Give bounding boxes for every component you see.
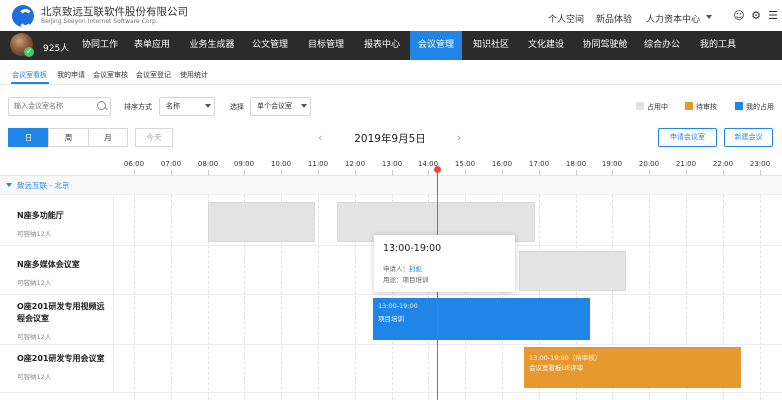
app-root: 北京致远互联软件股份有限公司 BeiJing Seeyon Internet S… (0, 0, 782, 400)
new-meeting-button[interactable]: 新建会议 (724, 128, 773, 147)
room-search-input[interactable] (8, 97, 111, 116)
brand-name-en: BeiJing Seeyon Internet Software Corp. (41, 18, 158, 25)
occupied-block[interactable] (208, 202, 315, 242)
hr-center-chevron-down-icon[interactable] (706, 15, 712, 19)
room-name[interactable]: O座201研发专用视频远程会议室 (17, 301, 111, 325)
nav-item-knowledge[interactable]: 知识社区 (467, 31, 515, 60)
hour-label: 11:00 (307, 160, 329, 168)
my-booking-time: 13:00-19:00 (378, 302, 418, 310)
hour-label: 12:00 (344, 160, 366, 168)
pending-booking-time: 13:00-19:00（待审核） (529, 354, 602, 362)
group-collapse-chevron-down-icon[interactable] (6, 183, 12, 187)
nav-item-forms[interactable]: 表单应用 (128, 31, 176, 60)
nav-item-cockpit[interactable]: 协同驾驶舱 (578, 31, 632, 60)
room-capacity: 可容纳12人 (17, 333, 52, 341)
hour-gridline (318, 195, 319, 400)
legend-pending-swatch (685, 102, 693, 110)
nav-item-goals[interactable]: 目标管理 (302, 31, 350, 60)
hour-gridline (171, 195, 172, 400)
nav-item-reports[interactable]: 报表中心 (358, 31, 406, 60)
hour-label: 19:00 (601, 160, 623, 168)
popup-purpose-row: 用途：项目培训 (383, 274, 429, 284)
popup-purpose-value: 项目培训 (402, 276, 429, 284)
personal-space-link[interactable]: 个人空间 (548, 12, 584, 25)
room-group-header[interactable] (0, 176, 782, 195)
nav-item-office[interactable]: 综合办公 (638, 31, 686, 60)
room-name[interactable]: N座多功能厅 (17, 210, 111, 222)
subtab-my-applications[interactable]: 我的申请 (57, 70, 85, 80)
today-button[interactable]: 今天 (135, 128, 173, 147)
view-week-button[interactable]: 周 (48, 128, 89, 147)
hour-label: 22:00 (712, 160, 734, 168)
nav-item-collaboration[interactable]: 协同工作 (76, 31, 124, 60)
nav-item-meetings[interactable]: 会议管理 (410, 31, 462, 60)
legend-occupied-label: 占用中 (647, 103, 668, 111)
hour-label: 06:00 (123, 160, 145, 168)
room-group-label[interactable]: 致远互联 - 北京 (17, 180, 69, 191)
prev-day-chevron-left-icon[interactable]: ‹ (318, 131, 322, 144)
user-icon[interactable]: ☺ (733, 10, 745, 22)
legend-mine-swatch (735, 102, 743, 110)
nav-item-my-tools[interactable]: 我的工具 (694, 31, 742, 60)
nav-item-documents[interactable]: 公文管理 (246, 31, 294, 60)
org-user-count: 925人 (43, 44, 70, 54)
current-date-title: 2019年9月5日 (354, 133, 426, 145)
room-capacity: 可容纳12人 (17, 373, 52, 381)
subtab-usage-stats[interactable]: 使用统计 (180, 70, 208, 80)
hour-label: 09:00 (233, 160, 255, 168)
hour-gridline (134, 195, 135, 400)
hour-label: 16:00 (491, 160, 513, 168)
popup-applicant-row: 申请人：封彪 (383, 263, 422, 273)
subtab-divider (0, 84, 782, 85)
select-label: 选择 (230, 103, 244, 111)
online-check-icon: ✓ (24, 47, 34, 57)
settings-gear-icon[interactable]: ⚙ (750, 10, 762, 22)
hour-label: 23:00 (749, 160, 771, 168)
next-day-chevron-right-icon[interactable]: › (457, 131, 461, 144)
popup-purpose-label: 用途： (383, 276, 403, 284)
hour-label: 13:00 (381, 160, 403, 168)
apply-room-button[interactable]: 申请会议室 (658, 128, 717, 147)
hour-label: 07:00 (160, 160, 182, 168)
popup-applicant-label: 申请人： (383, 265, 409, 273)
popup-applicant-link[interactable]: 封彪 (409, 265, 422, 273)
room-name[interactable]: O座201研发专用会议室 (17, 353, 111, 365)
subtab-room-board[interactable]: 会议室看板 (12, 70, 47, 80)
room-mode-chevron-down-icon[interactable] (301, 104, 307, 108)
hour-gridline (760, 195, 761, 400)
legend-pending-label: 待审核 (696, 103, 717, 111)
my-booking-title: 项目培训 (378, 315, 404, 323)
hour-label: 17:00 (528, 160, 550, 168)
view-month-button[interactable]: 月 (88, 128, 128, 147)
search-icon[interactable] (97, 101, 106, 110)
brand-name-cn: 北京致远互联软件股份有限公司 (41, 6, 188, 18)
hour-label: 21:00 (675, 160, 697, 168)
legend-occupied-swatch (636, 102, 644, 110)
seeyon-logo-icon[interactable] (12, 5, 34, 28)
current-time-marker (434, 166, 441, 173)
pending-booking-title: 会议室看板UE评审 (529, 364, 584, 372)
occupied-block[interactable] (519, 251, 626, 291)
room-capacity: 可容纳12人 (17, 230, 52, 238)
hour-label: 20:00 (638, 160, 660, 168)
sort-chevron-down-icon[interactable] (205, 104, 211, 108)
legend-mine-label: 我的占用 (746, 103, 774, 111)
subtab-room-review[interactable]: 会议室审核 (93, 70, 128, 80)
menu-icon[interactable]: ☰ (767, 10, 779, 22)
hour-label: 15:00 (454, 160, 476, 168)
view-day-button[interactable]: 日 (8, 128, 49, 147)
popup-time: 13:00-19:00 (383, 243, 442, 254)
nav-item-culture[interactable]: 文化建设 (522, 31, 570, 60)
hr-center-link[interactable]: 人力资本中心 (646, 12, 700, 25)
nav-item-business-builder[interactable]: 业务生成器 (183, 31, 241, 60)
hour-label: 10:00 (270, 160, 292, 168)
hour-label: 08:00 (197, 160, 219, 168)
subtab-room-registration[interactable]: 会议室登记 (136, 70, 171, 80)
room-capacity: 可容纳12人 (17, 279, 52, 287)
sort-label: 排序方式 (124, 103, 152, 111)
room-name[interactable]: N座多媒体会议室 (17, 259, 111, 271)
hour-label: 18:00 (565, 160, 587, 168)
new-product-link[interactable]: 新品体验 (596, 12, 632, 25)
